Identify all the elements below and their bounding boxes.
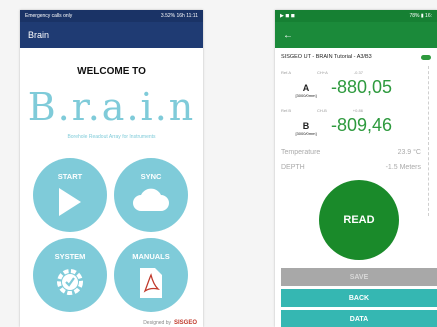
sisgeo-logo: SISGEO (173, 320, 197, 326)
app-title: Brain (28, 30, 50, 40)
status-bar: Emergency calls only 3.52% 16h 11:11 (20, 10, 203, 22)
depth-value: -1.5 Meters (385, 164, 421, 171)
manuals-tile-button[interactable]: MANUALS (114, 238, 188, 312)
play-icon (59, 188, 81, 216)
start-tile-button[interactable]: START (33, 158, 107, 232)
start-label: START (57, 172, 83, 181)
sensor-title-row: SISGEO UT - BRAIN Tutorial - A3/B3 (275, 48, 437, 60)
channel-b-value: -809,46 (331, 115, 393, 135)
back-arrow-icon[interactable]: ← (283, 30, 293, 41)
temperature-value: 23.9 °C (397, 149, 421, 156)
channel-a-letter: A (302, 83, 310, 93)
app-bar: Brain (20, 22, 203, 48)
logo-text: B.r.a.i.n (27, 85, 196, 129)
status-bar: ▶ ◼ ◼ 78% ▮ 16: (275, 10, 437, 22)
sensor-title: SISGEO UT - BRAIN Tutorial - A3/B3 (281, 54, 372, 60)
temperature-label: Temperature (281, 149, 321, 156)
channel-a-reading: Ref.A CH+A -0.37 A [3000/0mm] -880,05 (281, 70, 431, 98)
system-tile-button[interactable]: SYSTEM (33, 238, 107, 312)
sync-label: SYNC (140, 172, 162, 181)
cha-a-label: CH+A (317, 70, 328, 75)
status-left: Emergency calls only (25, 13, 73, 19)
channel-b-reading: Ref.B CH-B +0.86 B [3000/0mm] -809,46 (281, 108, 431, 136)
ref-a-label: Ref.A (281, 70, 292, 75)
manuals-label: MANUALS (132, 252, 170, 261)
channel-a-value: -880,05 (331, 77, 393, 97)
depth-label: DEPTH (281, 164, 305, 171)
temperature-row: Temperature 23.9 °C (281, 149, 421, 156)
back-button[interactable]: BACK (281, 289, 437, 307)
app-bar: ← (275, 22, 437, 48)
channel-b-unit: [3000/0mm] (295, 131, 317, 136)
sync-tile-button[interactable]: SYNC (114, 158, 188, 232)
home-screen-phone: Emergency calls only 3.52% 16h 11:11 Bra… (20, 10, 203, 327)
cha-a-value: -0.37 (353, 70, 363, 75)
ref-b-label: Ref.B (281, 108, 292, 113)
footer-brand: Designed by SISGEO (143, 320, 197, 326)
side-rail (428, 66, 437, 216)
logo-tagline: Borehole Readout Array for Instruments (67, 134, 156, 140)
data-button[interactable]: DATA (281, 310, 437, 327)
pdf-icon (140, 268, 162, 298)
chb-label: CH-B (317, 108, 327, 113)
footer-text: Designed by (143, 320, 171, 326)
welcome-heading: WELCOME TO (77, 66, 146, 77)
toggle-switch[interactable] (421, 54, 431, 60)
chb-value: +0.86 (352, 108, 363, 113)
reading-screen-phone: ▶ ◼ ◼ 78% ▮ 16: ← SISGEO UT - BRAIN Tuto… (275, 10, 437, 327)
system-label: SYSTEM (54, 252, 86, 261)
depth-row: DEPTH -1.5 Meters (281, 164, 421, 171)
channel-b-letter: B (302, 121, 310, 131)
status-right: 3.52% 16h 11:11 (160, 13, 198, 19)
read-button[interactable]: READ (319, 180, 399, 260)
status-right: 78% ▮ 16: (409, 13, 433, 19)
cloud-icon (133, 188, 169, 211)
save-button[interactable]: SAVE (281, 268, 437, 286)
status-left: ▶ ◼ ◼ (280, 13, 295, 19)
channel-a-unit: [3000/0mm] (295, 93, 317, 98)
gear-check-icon (57, 269, 83, 295)
brain-logo: B.r.a.i.n (20, 85, 203, 129)
